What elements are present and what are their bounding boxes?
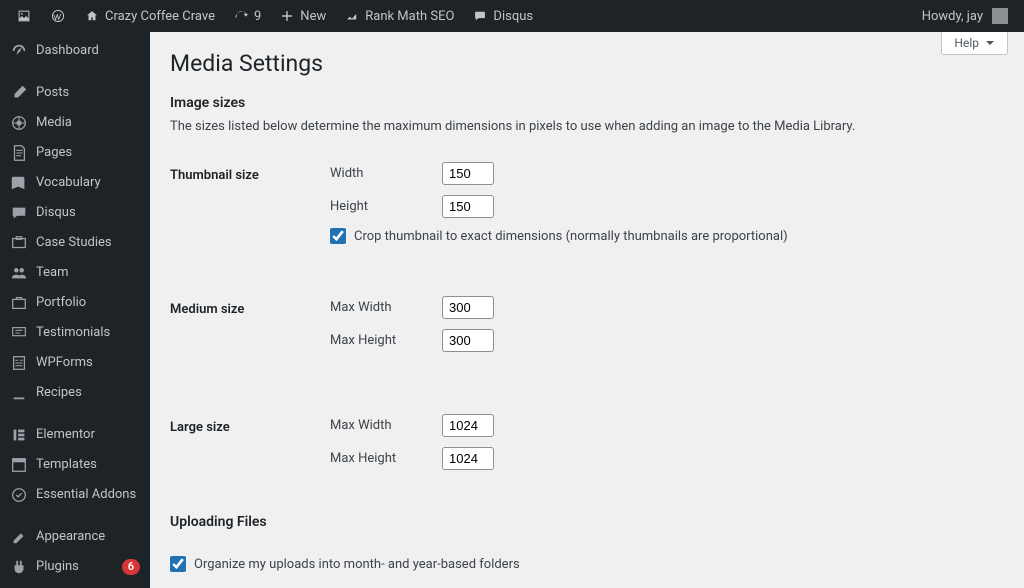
image-sizes-desc: The sizes listed below determine the max…: [170, 119, 1004, 134]
medium-maxwidth-input[interactable]: [442, 296, 494, 319]
comment-icon: [472, 8, 488, 24]
plugins-badge: 6: [122, 559, 140, 575]
thumbnail-height-input[interactable]: [442, 195, 494, 218]
large-heading: Large size: [170, 408, 330, 486]
avatar: [992, 8, 1008, 24]
large-maxwidth-label: Max Width: [330, 418, 430, 433]
help-label: Help: [954, 36, 979, 50]
customizer-icon[interactable]: [10, 0, 38, 32]
section-image-sizes: Image sizes: [170, 95, 1004, 111]
site-name: Crazy Coffee Crave: [105, 9, 215, 24]
sidebar-item-users[interactable]: Users: [0, 582, 150, 588]
sidebar-item-plugins[interactable]: Plugins6: [0, 552, 150, 582]
sidebar-item-wpforms[interactable]: WPForms: [0, 348, 150, 378]
sidebar-item-disqus[interactable]: Disqus: [0, 198, 150, 228]
sidebar-item-media[interactable]: Media: [0, 108, 150, 138]
sidebar-item-posts[interactable]: Posts: [0, 78, 150, 108]
sidebar-item-templates[interactable]: Templates: [0, 450, 150, 480]
new-label: New: [300, 9, 326, 24]
rankmath-link[interactable]: Rank Math SEO: [338, 0, 460, 32]
thumbnail-height-label: Height: [330, 199, 430, 214]
thumbnail-crop-checkbox[interactable]: [330, 228, 346, 244]
sidebar-item-appearance[interactable]: Appearance: [0, 522, 150, 552]
sidebar-item-portfolio[interactable]: Portfolio: [0, 288, 150, 318]
sidebar-item-testimonials[interactable]: Testimonials: [0, 318, 150, 348]
thumbnail-width-label: Width: [330, 166, 430, 181]
organize-uploads-row[interactable]: Organize my uploads into month- and year…: [170, 556, 1004, 572]
medium-maxheight-label: Max Height: [330, 333, 430, 348]
section-uploading: Uploading Files: [170, 514, 1004, 530]
sidebar-item-recipes[interactable]: Recipes: [0, 378, 150, 408]
howdy-link[interactable]: Howdy, jay: [916, 0, 1014, 32]
medium-maxwidth-label: Max Width: [330, 300, 430, 315]
sidebar-item-casestudies[interactable]: Case Studies: [0, 228, 150, 258]
rankmath-label: Rank Math SEO: [365, 9, 454, 24]
medium-maxheight-input[interactable]: [442, 329, 494, 352]
site-name-link[interactable]: Crazy Coffee Crave: [78, 0, 221, 32]
admin-bar: Crazy Coffee Crave 9 New Rank Math SEO D…: [0, 0, 1024, 32]
plus-icon: [279, 8, 295, 24]
sidebar-item-dashboard[interactable]: Dashboard: [0, 36, 150, 66]
large-maxwidth-input[interactable]: [442, 414, 494, 437]
organize-uploads-checkbox[interactable]: [170, 556, 186, 572]
content-area: Help Media Settings Image sizes The size…: [150, 32, 1024, 588]
updates-link[interactable]: 9: [227, 0, 267, 32]
thumbnail-crop-row[interactable]: Crop thumbnail to exact dimensions (norm…: [330, 228, 1004, 244]
wp-logo-icon[interactable]: [44, 0, 72, 32]
organize-uploads-label: Organize my uploads into month- and year…: [194, 557, 520, 572]
sidebar-item-elementor[interactable]: Elementor: [0, 420, 150, 450]
updates-count: 9: [254, 9, 261, 24]
thumbnail-crop-label: Crop thumbnail to exact dimensions (norm…: [354, 229, 788, 244]
sidebar-item-team[interactable]: Team: [0, 258, 150, 288]
medium-heading: Medium size: [170, 290, 330, 368]
howdy-text: Howdy, jay: [922, 9, 983, 24]
home-icon: [84, 8, 100, 24]
thumbnail-heading: Thumbnail size: [170, 156, 330, 250]
chart-icon: [344, 8, 360, 24]
new-link[interactable]: New: [273, 0, 332, 32]
chevron-down-icon: [985, 38, 995, 48]
sidebar-item-essentialaddons[interactable]: Essential Addons: [0, 480, 150, 510]
large-maxheight-input[interactable]: [442, 447, 494, 470]
page-title: Media Settings: [170, 50, 1004, 77]
sidebar-item-pages[interactable]: Pages: [0, 138, 150, 168]
admin-sidebar: Dashboard Posts Media Pages Vocabulary D…: [0, 32, 150, 588]
disqus-link[interactable]: Disqus: [466, 0, 539, 32]
sidebar-item-vocabulary[interactable]: Vocabulary: [0, 168, 150, 198]
help-tab[interactable]: Help: [941, 32, 1008, 55]
thumbnail-width-input[interactable]: [442, 162, 494, 185]
update-icon: [233, 8, 249, 24]
large-maxheight-label: Max Height: [330, 451, 430, 466]
disqus-label: Disqus: [493, 9, 533, 24]
